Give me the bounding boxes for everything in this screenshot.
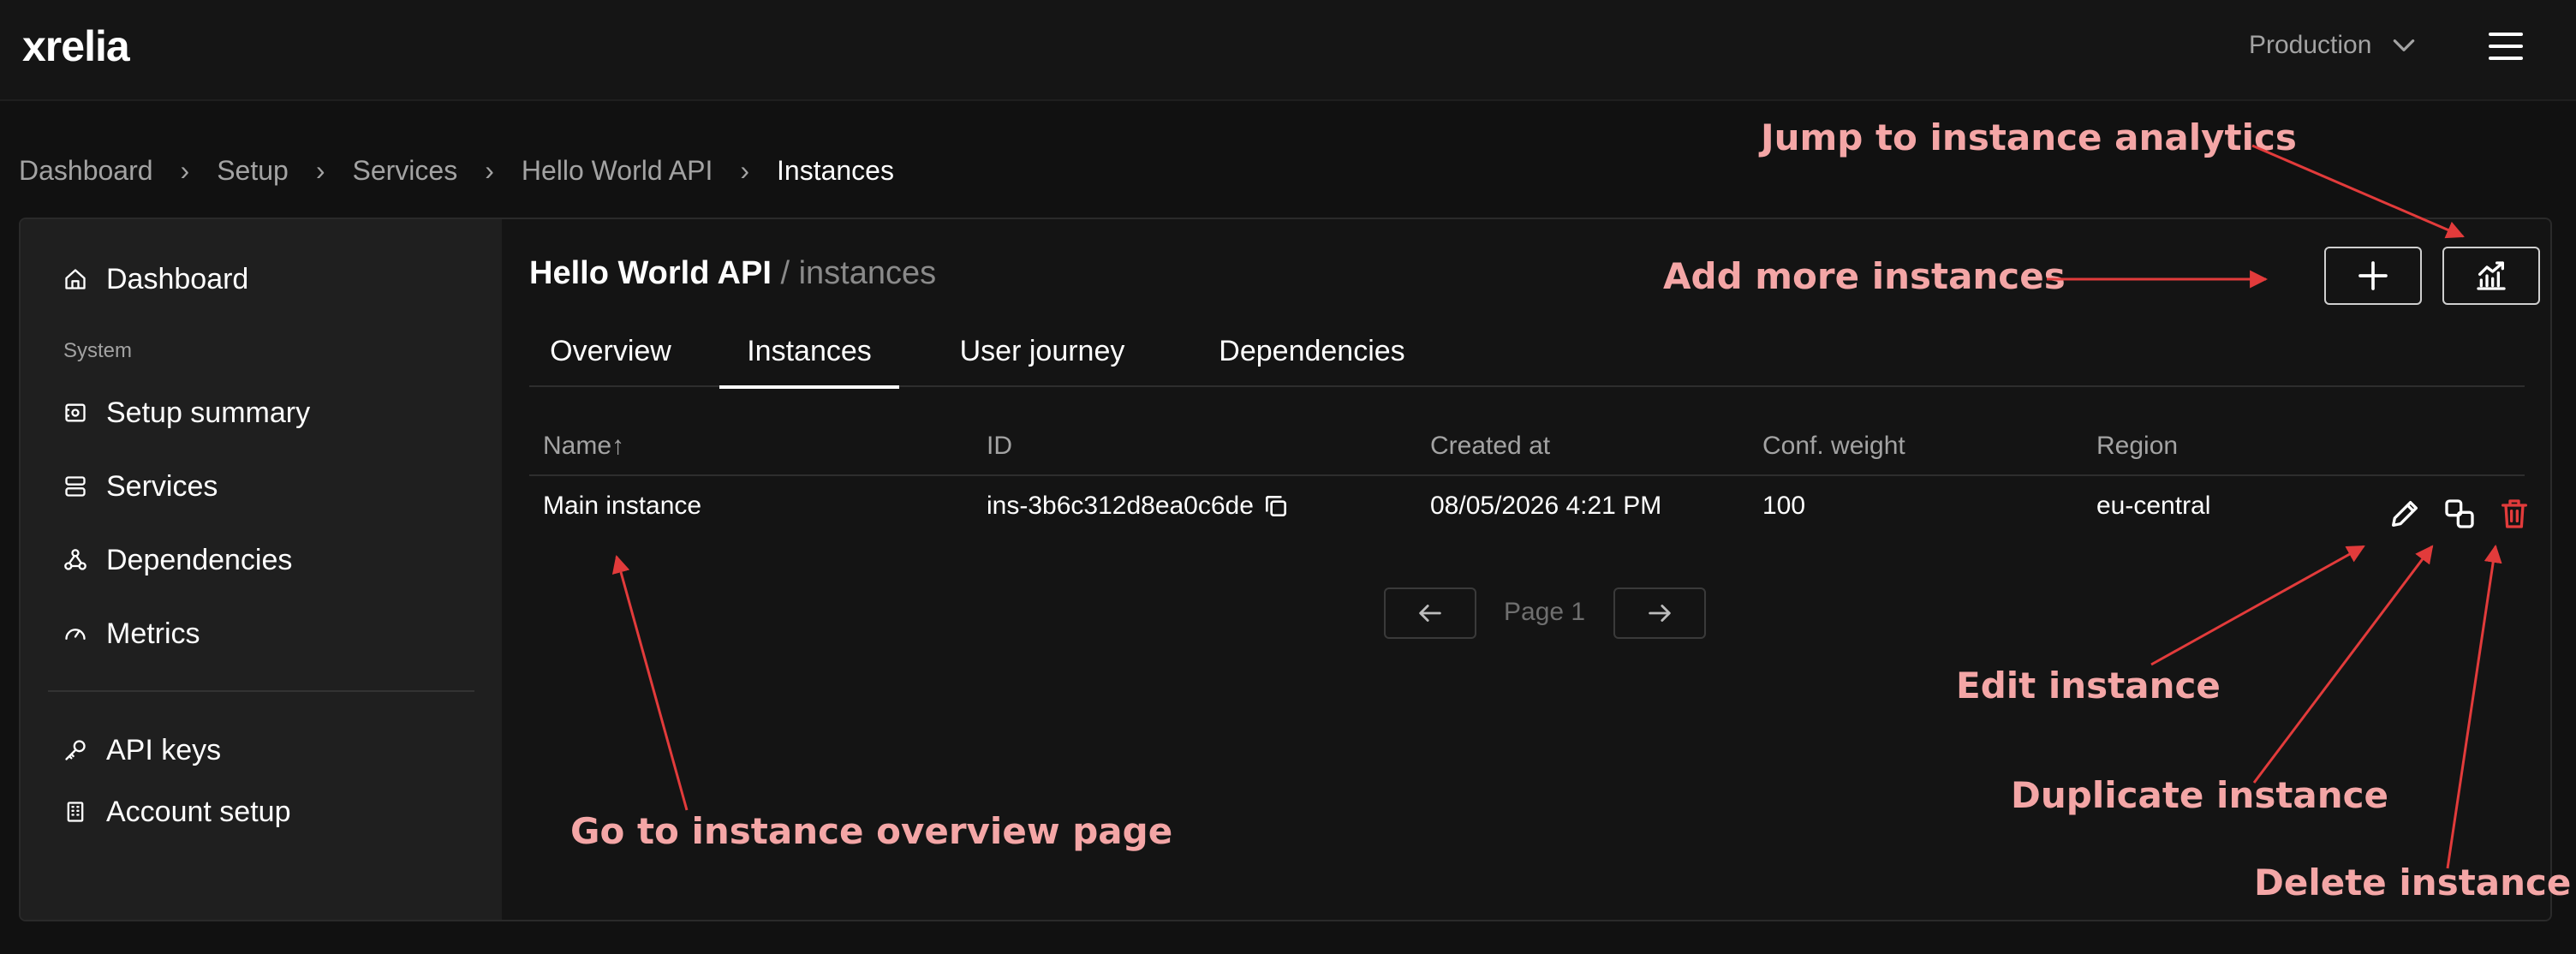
table-row[interactable]: Main instance ins-3b6c312d8ea0c6de 08/05… <box>529 478 2527 557</box>
sidebar-item-label: Services <box>106 469 218 503</box>
tab-instances[interactable]: Instances <box>719 315 899 389</box>
sidebar-item-api-keys[interactable]: API keys <box>63 730 221 771</box>
column-name-label: Name <box>543 432 612 460</box>
environment-selector[interactable]: Production <box>2249 26 2418 65</box>
sidebar-divider <box>48 690 474 692</box>
annotation-analytics: Jump to instance analytics <box>1761 116 2297 158</box>
annotation-edit: Edit instance <box>1956 665 2221 707</box>
sidebar-item-services[interactable]: Services <box>63 466 218 507</box>
delete-instance-button[interactable] <box>2494 493 2535 534</box>
instance-created-at: 08/05/2026 4:21 PM <box>1430 492 1662 520</box>
edit-instance-button[interactable] <box>2384 493 2425 534</box>
sidebar-item-label: Account setup <box>106 795 291 828</box>
column-created-header[interactable]: Created at <box>1430 432 1550 461</box>
annotation-duplicate: Duplicate instance <box>2011 774 2389 816</box>
arrow-right-icon <box>1649 605 1671 622</box>
column-id-header[interactable]: ID <box>987 432 1012 461</box>
sidebar-section-system: System <box>63 339 133 362</box>
breadcrumb-setup[interactable]: Setup <box>217 155 289 187</box>
breadcrumb-separator: › <box>485 154 494 186</box>
plus-icon <box>2358 261 2388 290</box>
copy-icon[interactable] <box>1262 492 1290 520</box>
previous-page-button[interactable] <box>1384 587 1476 639</box>
breadcrumb-dashboard[interactable]: Dashboard <box>19 155 153 187</box>
sidebar-item-label: API keys <box>106 733 222 766</box>
annotation-delete: Delete instance <box>2254 862 2572 903</box>
column-name-header[interactable]: Name↑ <box>543 432 624 461</box>
page-title: Hello World API / instances <box>529 255 936 292</box>
annotation-add: Add more instances <box>1663 255 2066 297</box>
instance-region: eu-central <box>2096 492 2211 520</box>
sidebar: Dashboard System Setup summary Services <box>21 219 502 920</box>
breadcrumb-service[interactable]: Hello World API <box>522 155 713 187</box>
arrow-left-icon <box>1419 605 1441 622</box>
next-page-button[interactable] <box>1613 587 1706 639</box>
sidebar-item-label: Dependencies <box>106 543 293 576</box>
tab-user-journey[interactable]: User journey <box>927 315 1158 387</box>
analytics-icon <box>2477 261 2506 290</box>
trash-icon <box>2501 499 2527 528</box>
tab-dependencies[interactable]: Dependencies <box>1184 315 1440 387</box>
column-weight-header[interactable]: Conf. weight <box>1762 432 1905 461</box>
duplicate-icon <box>2445 499 2474 528</box>
instance-name[interactable]: Main instance <box>543 492 701 521</box>
hamburger-menu-icon[interactable] <box>2485 26 2526 67</box>
dependencies-icon <box>64 549 86 570</box>
breadcrumb-services[interactable]: Services <box>352 155 457 187</box>
environment-label: Production <box>2249 31 2372 59</box>
sort-indicator: ↑ <box>611 432 625 460</box>
breadcrumb-separator: › <box>740 154 749 186</box>
breadcrumb-current: Instances <box>777 154 894 186</box>
sidebar-item-dependencies[interactable]: Dependencies <box>63 540 292 581</box>
duplicate-instance-button[interactable] <box>2439 493 2480 534</box>
key-icon <box>65 740 86 760</box>
column-region-header[interactable]: Region <box>2096 432 2178 461</box>
analytics-button[interactable] <box>2442 247 2540 305</box>
page-indicator: Page 1 <box>1504 598 1586 626</box>
table-header: Name↑ ID Created at Conf. weight Region <box>529 413 2525 476</box>
breadcrumb-separator: › <box>315 154 325 186</box>
tab-overview[interactable]: Overview <box>529 315 692 387</box>
top-bar: xrelia Production <box>0 0 2576 101</box>
instance-weight: 100 <box>1762 492 1806 520</box>
sidebar-item-setup-summary[interactable]: Setup summary <box>63 392 310 433</box>
pencil-icon <box>2392 501 2418 527</box>
instance-id: ins-3b6c312d8ea0c6de <box>987 492 1290 521</box>
sidebar-item-metrics[interactable]: Metrics <box>63 613 200 654</box>
gauge-icon <box>65 629 86 640</box>
building-icon <box>67 802 84 822</box>
tab-bar: Overview Instances User journey Dependen… <box>529 315 2525 389</box>
breadcrumb-separator: › <box>180 154 190 186</box>
sidebar-item-dashboard[interactable]: Dashboard <box>63 259 248 300</box>
home-icon <box>65 269 86 289</box>
sidebar-item-label: Metrics <box>106 617 200 650</box>
services-icon <box>65 476 86 497</box>
app-logo[interactable]: xrelia <box>22 21 130 72</box>
instance-id-value: ins-3b6c312d8ea0c6de <box>987 492 1254 520</box>
page-subtitle: / instances <box>780 255 937 291</box>
annotation-overview: Go to instance overview page <box>570 810 1173 852</box>
chevron-down-icon <box>2394 39 2415 51</box>
breadcrumb: Dashboard › Setup › Services › Hello Wor… <box>19 151 894 190</box>
sidebar-item-label: Setup summary <box>106 396 311 429</box>
add-instance-button[interactable] <box>2324 247 2422 305</box>
pagination: Page 1 <box>502 587 2550 639</box>
service-name: Hello World API <box>529 255 772 291</box>
sidebar-item-label: Dashboard <box>106 262 249 295</box>
setup-summary-icon <box>65 403 86 422</box>
sidebar-item-account-setup[interactable]: Account setup <box>63 791 290 832</box>
